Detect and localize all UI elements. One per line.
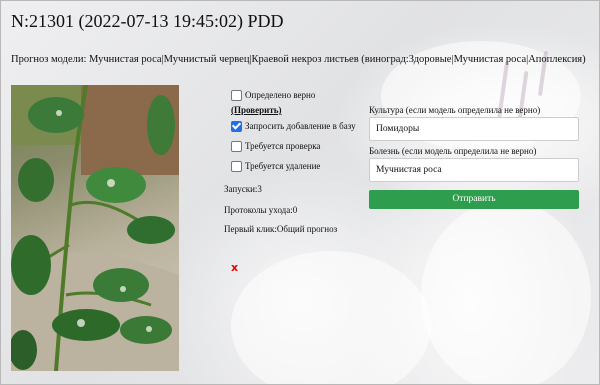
culture-input[interactable]: Помидоры — [369, 117, 579, 141]
care-protocols-count: Протоколы ухода:0 — [224, 205, 298, 215]
request-add-label: Запросить добавление в базу — [245, 121, 356, 131]
launches-count: Запуски:3 — [224, 184, 262, 194]
needs-check-label: Требуется проверка — [245, 141, 321, 151]
determined-correctly-option[interactable]: Определено верно — [231, 87, 356, 103]
correction-form: Культура (если модель определила не верн… — [369, 105, 579, 209]
needs-check-option[interactable]: Требуется проверка — [231, 138, 356, 154]
needs-check-checkbox[interactable] — [231, 140, 242, 152]
disease-label: Болезнь (если модель определила не верно… — [369, 146, 537, 156]
request-add-option[interactable]: Запросить добавление в базу — [231, 118, 356, 134]
needs-delete-option[interactable]: Требуется удаление — [231, 158, 356, 174]
request-add-checkbox[interactable] — [231, 120, 242, 132]
plant-photo — [11, 85, 179, 371]
page-title: N:21301 (2022-07-13 19:45:02) PDD — [11, 11, 284, 31]
delete-mark[interactable]: x — [231, 261, 238, 274]
first-click-info: Первый клик:Общий прогноз — [224, 224, 338, 234]
check-link[interactable]: (Проверить) — [231, 105, 356, 115]
tomato-plant-image — [11, 85, 179, 371]
disease-value: Мучнистая роса — [376, 165, 442, 175]
culture-value: Помидоры — [376, 124, 420, 134]
needs-delete-label: Требуется удаление — [245, 161, 321, 171]
checkbox-group: Определено верно (Проверить) Запросить д… — [231, 87, 356, 174]
needs-delete-checkbox[interactable] — [231, 160, 242, 172]
determined-correctly-checkbox[interactable] — [231, 89, 242, 101]
culture-label: Культура (если модель определила не верн… — [369, 105, 541, 115]
submit-button[interactable]: Отправить — [369, 190, 579, 209]
determined-correctly-label: Определено верно — [245, 90, 316, 100]
model-forecast: Прогноз модели: Мучнистая роса|Мучнистый… — [11, 54, 586, 65]
disease-input[interactable]: Мучнистая роса — [369, 158, 579, 182]
